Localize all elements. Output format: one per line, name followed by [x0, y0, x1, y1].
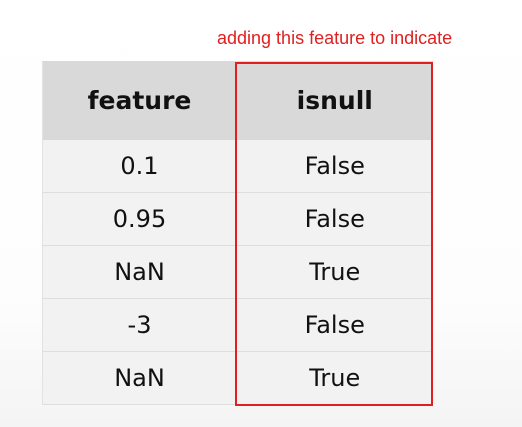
isnull-cell: True: [236, 245, 433, 299]
isnull-cell: False: [236, 298, 433, 352]
isnull-cell: True: [236, 351, 433, 405]
table-header-row: feature isnull: [42, 61, 433, 140]
table-row: NaN True: [42, 351, 433, 405]
table-row: 0.95 False: [42, 192, 433, 246]
feature-cell: NaN: [42, 245, 237, 299]
table-row: 0.1 False: [42, 140, 433, 193]
feature-cell: -3: [42, 298, 237, 352]
feature-cell: 0.1: [42, 140, 237, 193]
isnull-cell: False: [236, 140, 433, 193]
column-header-isnull: isnull: [236, 61, 433, 140]
feature-cell: NaN: [42, 351, 237, 405]
isnull-cell: False: [236, 192, 433, 246]
feature-cell: 0.95: [42, 192, 237, 246]
data-table: feature isnull 0.1 False 0.95 False NaN …: [42, 61, 433, 405]
table-row: NaN True: [42, 245, 433, 299]
table-row: -3 False: [42, 298, 433, 352]
column-header-feature: feature: [42, 61, 237, 140]
annotation-label: adding this feature to indicate: [217, 28, 453, 48]
